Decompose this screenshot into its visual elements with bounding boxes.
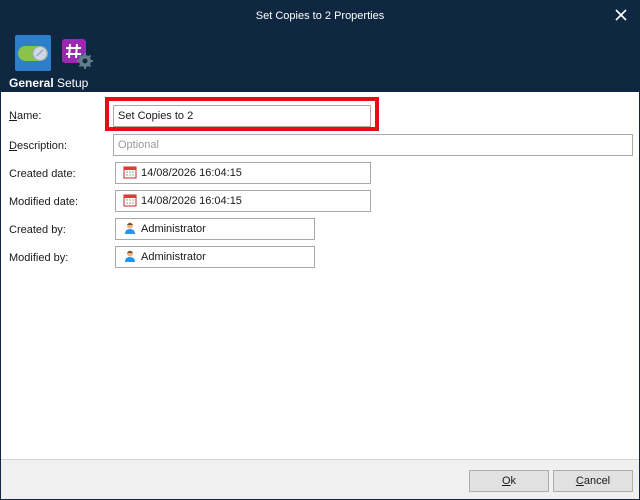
user-icon — [123, 249, 137, 263]
modified-date-field[interactable]: 14/08/2026 16:04:15 — [115, 190, 371, 212]
description-label: Description: — [9, 140, 68, 152]
properties-dialog: Set Copies to 2 Properties General Setup… — [0, 0, 640, 500]
close-button[interactable] — [613, 7, 629, 23]
toggle-switch-icon — [15, 35, 51, 71]
properties-form: Name: Set Copies to 2 Description: Optio… — [1, 92, 639, 457]
created-date-field[interactable]: 14/08/2026 16:04:15 — [115, 162, 371, 184]
tab-general-label: General — [9, 76, 54, 90]
name-label: Name: — [9, 110, 42, 122]
created-date-label: Created date: — [9, 168, 76, 180]
created-by-value: Administrator — [141, 223, 206, 236]
modified-date-label: Modified date: — [9, 196, 79, 208]
modified-date-value: 14/08/2026 16:04:15 — [141, 195, 242, 208]
tab-setup[interactable]: Setup — [57, 33, 93, 90]
created-by-label: Created by: — [9, 224, 66, 236]
modified-by-label: Modified by: — [9, 252, 69, 264]
created-date-value: 14/08/2026 16:04:15 — [141, 167, 242, 180]
close-icon — [615, 9, 627, 21]
modified-by-value: Administrator — [141, 251, 206, 264]
calendar-icon — [123, 193, 137, 207]
calendar-icon — [123, 165, 137, 179]
window-title: Set Copies to 2 Properties — [255, 10, 385, 22]
tab-general[interactable]: General — [9, 33, 57, 90]
tab-setup-label: Setup — [57, 76, 89, 90]
ribbon: General Setup — [1, 31, 639, 92]
user-icon — [123, 221, 137, 235]
description-field[interactable]: Optional — [113, 134, 633, 156]
title-bar: Set Copies to 2 Properties — [1, 1, 639, 31]
name-field[interactable]: Set Copies to 2 — [113, 105, 371, 127]
hash-gear-icon — [59, 35, 95, 71]
modified-by-field[interactable]: Administrator — [115, 246, 315, 268]
name-value: Set Copies to 2 — [118, 110, 194, 123]
ok-button[interactable]: Ok — [469, 470, 549, 492]
cancel-button[interactable]: Cancel — [553, 470, 633, 492]
dialog-footer: Ok Cancel — [1, 459, 639, 499]
created-by-field[interactable]: Administrator — [115, 218, 315, 240]
description-placeholder: Optional — [118, 139, 159, 152]
